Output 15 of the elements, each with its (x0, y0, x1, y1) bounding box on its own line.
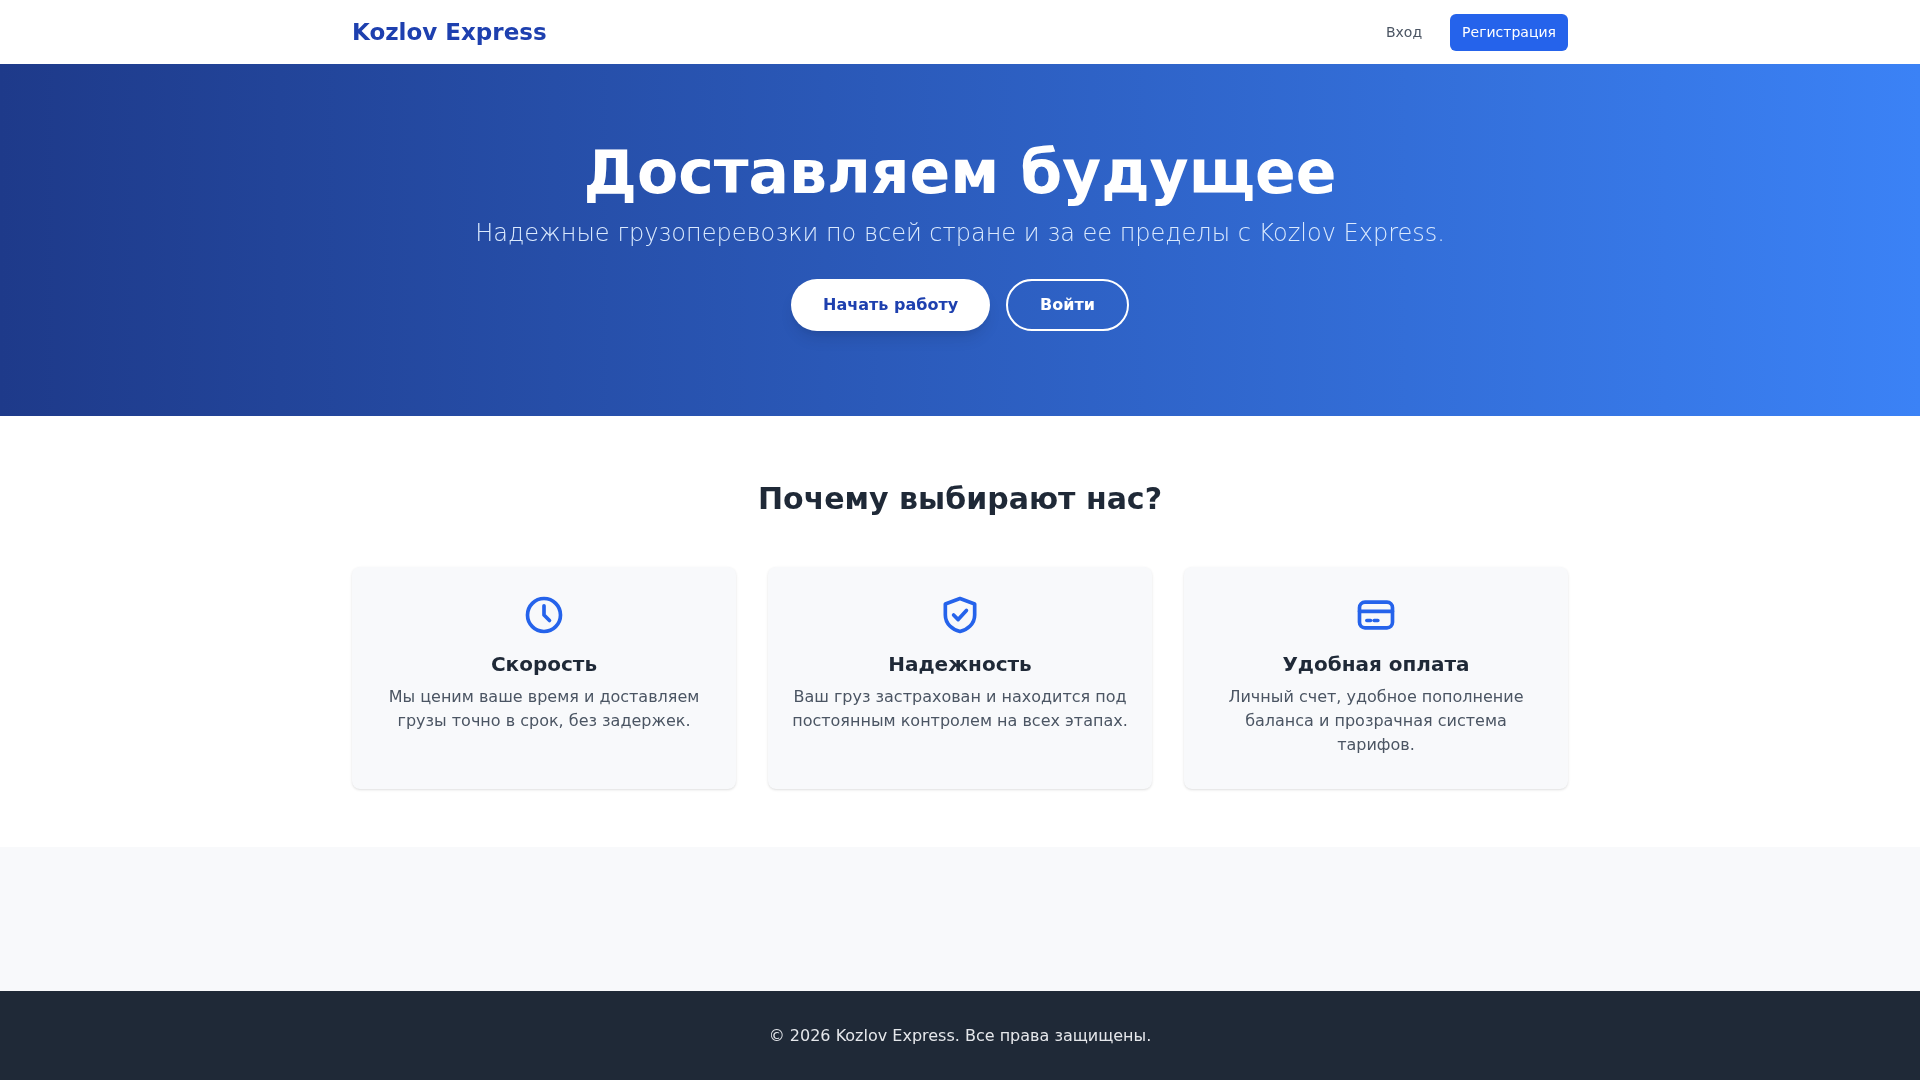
logo[interactable]: Kozlov Express (352, 14, 547, 50)
feature-title: Скорость (490, 651, 598, 678)
login-button[interactable]: Войти (1006, 279, 1129, 331)
feature-title: Удобная оплата (1282, 651, 1470, 678)
feature-description: Личный счет, удобное пополнение баланса и прозрачная система тарифов. (1227, 686, 1525, 756)
hero-title: Доставляем будущее (583, 138, 1337, 207)
feature-title: Надежность (888, 651, 1032, 678)
feature-description: Ваш груз застрахован и находится под постоянным контролем на всех этапах. (792, 686, 1128, 732)
login-link[interactable]: Вход (1385, 21, 1423, 43)
feature-description: Мы ценим ваше время и доставляем грузы точно в срок, без задержек. (387, 686, 701, 732)
register-button[interactable]: Регистрация (1450, 13, 1568, 51)
section-title: Почему выбирают нас? (757, 480, 1163, 518)
hero-subtitle: Надежные грузоперевозки по всей стране и за ее пределы с Kozlov Express. (475, 218, 1445, 249)
copyright-text: © 2026 Kozlov Express. Все права защищены. (768, 1024, 1152, 1047)
start-button[interactable]: Начать работу (791, 279, 991, 331)
